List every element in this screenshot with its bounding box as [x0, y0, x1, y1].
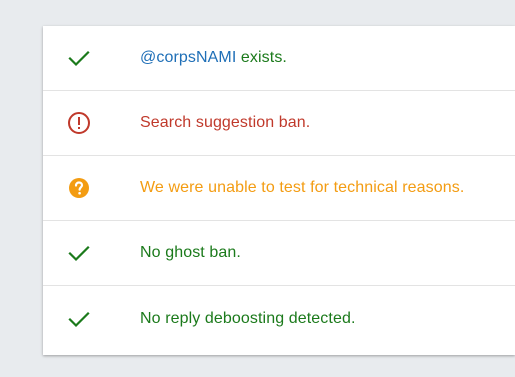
alert-circle-icon [67, 111, 91, 135]
check-icon [67, 241, 91, 265]
result-suffix: exists. [236, 49, 287, 66]
result-text: Search suggestion ban. [140, 114, 311, 131]
result-row-reply-deboosting: No reply deboosting detected. [43, 286, 515, 351]
help-circle-icon [67, 176, 91, 200]
result-text: We were unable to test for technical rea… [140, 179, 465, 196]
result-text: @corpsNAMI exists. [140, 48, 287, 68]
result-text: No reply deboosting detected. [140, 309, 356, 327]
results-card: @corpsNAMI exists. Search suggestion ban… [43, 26, 515, 355]
result-text: No ghost ban. [140, 244, 241, 261]
result-row-exists: @corpsNAMI exists. [43, 26, 515, 91]
handle-link[interactable]: @corpsNAMI [140, 49, 236, 66]
check-icon [67, 307, 91, 331]
result-row-ghost-ban: No ghost ban. [43, 221, 515, 286]
result-row-technical-reasons: We were unable to test for technical rea… [43, 156, 515, 221]
result-row-search-suggestion-ban: Search suggestion ban. [43, 91, 515, 156]
check-icon [67, 46, 91, 70]
